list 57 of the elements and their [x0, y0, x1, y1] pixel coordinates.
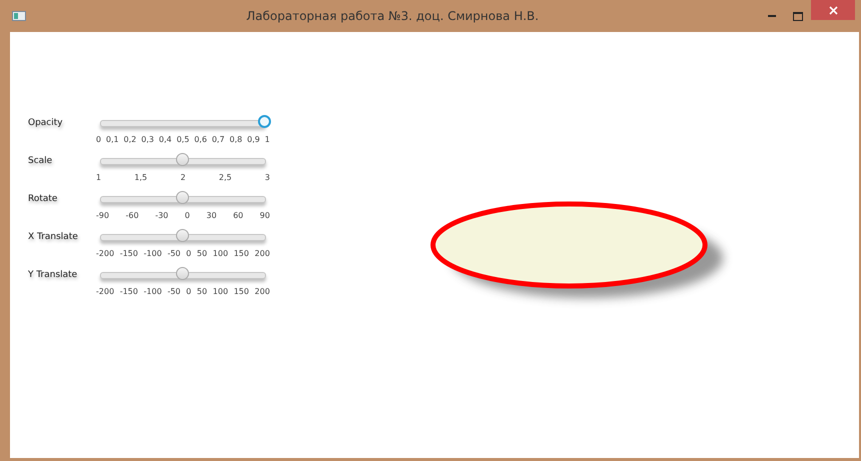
tick-label: -30: [155, 211, 168, 220]
tick-label: 200: [254, 249, 270, 258]
slider-thumb[interactable]: [258, 115, 271, 128]
slider-thumb[interactable]: [176, 229, 189, 242]
slider-thumb[interactable]: [176, 267, 189, 280]
app-icon: [12, 11, 26, 21]
tick-label: -150: [120, 287, 138, 296]
tick-label: 0,6: [194, 135, 207, 144]
tick-label: 0,9: [247, 135, 260, 144]
tick-label: 0,3: [141, 135, 154, 144]
tick-label: 100: [212, 287, 228, 296]
slider-thumb[interactable]: [176, 153, 189, 166]
slider-label: Rotate: [28, 193, 58, 204]
tick-label: -150: [120, 249, 138, 258]
tick-label: 200: [254, 287, 270, 296]
tick-label: 1: [96, 173, 102, 182]
tick-label: 2,5: [218, 173, 232, 182]
slider-label: Y Translate: [28, 269, 78, 280]
tick-label: 100: [212, 249, 228, 258]
minimize-icon: [768, 15, 776, 17]
tick-label: 30: [206, 211, 217, 220]
tick-label: 0,7: [212, 135, 225, 144]
tick-label: -100: [144, 249, 162, 258]
tick-label: 90: [260, 211, 270, 220]
tick-label: -60: [126, 211, 139, 220]
tick-label: -200: [96, 249, 114, 258]
tick-label: -50: [167, 287, 181, 296]
tick-label: 0: [96, 135, 102, 144]
tick-label: 60: [233, 211, 244, 220]
tick-label: 0: [186, 287, 192, 296]
tick-label: 1: [264, 135, 270, 144]
tick-label: 0,2: [124, 135, 136, 144]
tick-label: 1,5: [134, 173, 148, 182]
tick-label: 50: [196, 287, 208, 296]
tick-label: 0,5: [176, 135, 190, 144]
tick-label: -100: [144, 287, 162, 296]
slider-label: Opacity: [28, 117, 64, 128]
tick-label: 150: [234, 287, 249, 296]
maximize-icon: [793, 12, 803, 20]
close-icon: [828, 6, 838, 14]
close-button[interactable]: [811, 0, 855, 20]
tick-label: -200: [96, 287, 114, 296]
tick-label: 150: [234, 249, 249, 258]
tick-label: 0,1: [106, 135, 119, 144]
window-title: Лабораторная работа №3. доц. Смирнова Н.В.: [245, 9, 540, 23]
slider-thumb[interactable]: [176, 191, 189, 204]
tick-label: -90: [96, 211, 110, 220]
tick-label: -50: [167, 249, 181, 258]
tick-label: 3: [264, 173, 270, 182]
tick-label: 0,4: [158, 135, 172, 144]
tick-label: 0: [184, 211, 190, 220]
slider-label: Scale: [28, 155, 54, 166]
tick-label: 50: [196, 249, 208, 258]
tick-label: 2: [180, 173, 186, 182]
tick-label: 0: [186, 249, 192, 258]
slider-label: X Translate: [28, 231, 79, 242]
tick-label: 0,8: [229, 135, 242, 144]
